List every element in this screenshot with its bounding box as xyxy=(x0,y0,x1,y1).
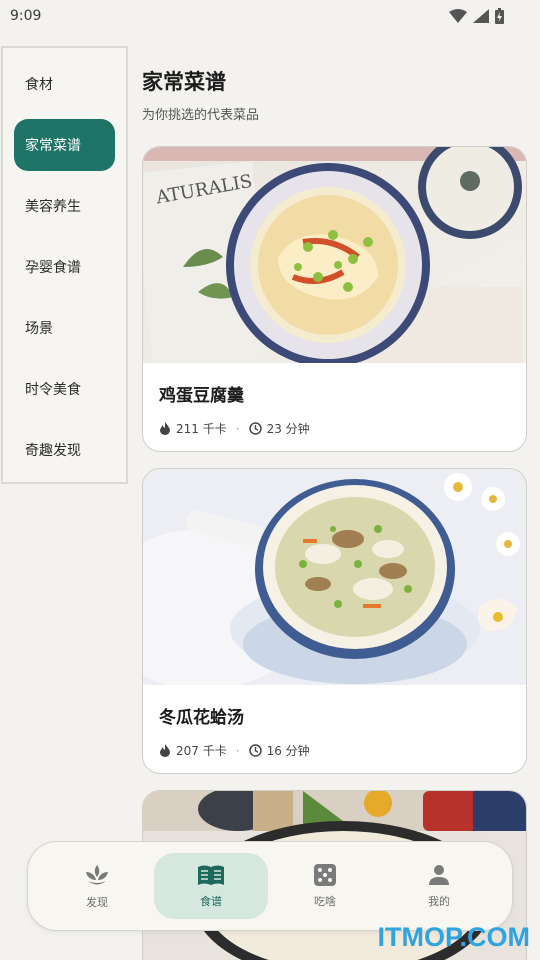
sidebar-item-scenes[interactable]: 场景 xyxy=(14,302,115,354)
nav-tab-recipes[interactable]: 食谱 xyxy=(154,853,268,919)
duration-label: 16 分钟 xyxy=(266,744,310,758)
sidebar-item-fun-discoveries[interactable]: 奇趣发现 xyxy=(14,424,115,476)
duration-label: 23 分钟 xyxy=(266,422,310,436)
page-title: 家常菜谱 xyxy=(142,70,226,94)
category-sidebar: 食材 家常菜谱 美容养生 孕婴食谱 场景 时令美食 奇趣发现 xyxy=(1,46,128,484)
clock-icon xyxy=(248,744,262,757)
dice-icon xyxy=(314,863,336,886)
nav-tab-label: 食谱 xyxy=(200,894,222,908)
status-icons xyxy=(449,8,504,24)
book-icon xyxy=(198,865,224,885)
bottom-navigation: 发现 食谱 吃啥 我的 xyxy=(27,841,513,931)
calories-label: 211 千卡 xyxy=(176,422,227,436)
sidebar-item-label: 美容养生 xyxy=(25,199,81,215)
sidebar-item-home-recipes[interactable]: 家常菜谱 xyxy=(14,119,115,171)
sidebar-item-label: 奇趣发现 xyxy=(25,443,81,459)
meta-separator: · xyxy=(235,743,240,758)
sidebar-item-label: 食材 xyxy=(25,77,53,93)
battery-icon xyxy=(495,8,504,24)
nav-tab-label: 我的 xyxy=(428,894,450,908)
flame-icon xyxy=(160,744,170,757)
sidebar-item-label: 时令美食 xyxy=(25,382,81,398)
dish-photo xyxy=(143,469,526,685)
sidebar-item-maternal-infant[interactable]: 孕婴食谱 xyxy=(14,241,115,293)
sidebar-item-ingredients[interactable]: 食材 xyxy=(14,58,115,110)
nav-tab-label: 发现 xyxy=(86,895,108,909)
sprout-icon xyxy=(86,864,108,884)
nav-tab-me[interactable]: 我的 xyxy=(382,853,496,919)
watermark: ITMOP.COM xyxy=(377,922,530,952)
wifi-icon xyxy=(449,9,467,23)
sidebar-item-beauty-health[interactable]: 美容养生 xyxy=(14,180,115,232)
nav-tab-label: 吃啥 xyxy=(314,894,336,908)
person-icon xyxy=(429,864,449,885)
meta-separator: · xyxy=(235,421,240,436)
status-bar: 9:09 xyxy=(0,0,540,32)
sidebar-item-label: 家常菜谱 xyxy=(25,138,81,154)
status-time: 9:09 xyxy=(10,8,42,24)
calories-label: 207 千卡 xyxy=(176,744,227,758)
recipe-title: 鸡蛋豆腐羹 xyxy=(159,386,244,406)
sidebar-item-seasonal[interactable]: 时令美食 xyxy=(14,363,115,415)
nav-tab-discover[interactable]: 发现 xyxy=(40,853,154,919)
sidebar-item-label: 场景 xyxy=(25,321,53,337)
recipe-title: 冬瓜花蛤汤 xyxy=(159,708,244,728)
recipe-meta: 207 千卡 · 16 分钟 xyxy=(159,742,310,759)
signal-icon xyxy=(473,9,489,23)
page-subtitle: 为你挑选的代表菜品 xyxy=(142,108,260,123)
dish-photo: ATURALIS xyxy=(143,147,526,363)
recipe-meta: 211 千卡 · 23 分钟 xyxy=(159,420,310,437)
flame-icon xyxy=(160,422,170,435)
clock-icon xyxy=(248,422,262,435)
recipe-card[interactable]: 冬瓜花蛤汤 207 千卡 · 16 分钟 xyxy=(142,468,527,774)
sidebar-item-label: 孕婴食谱 xyxy=(25,260,81,276)
recipe-card[interactable]: ATURALIS 鸡蛋豆腐羹 211 千卡 · 23 分钟 xyxy=(142,146,527,452)
nav-tab-what-to-eat[interactable]: 吃啥 xyxy=(268,853,382,919)
